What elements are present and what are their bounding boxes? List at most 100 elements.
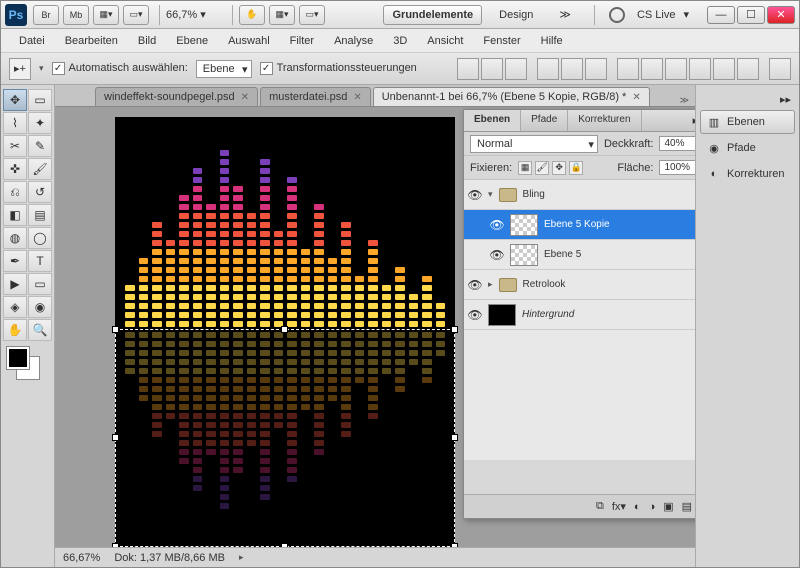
arrange-button[interactable]: ▦▾ <box>269 5 295 25</box>
layer-row[interactable]: 👁 Ebene 5 <box>464 240 695 270</box>
status-doc[interactable]: Dok: 1,37 MB/8,66 MB <box>114 552 225 564</box>
menu-ebene[interactable]: Ebene <box>166 32 218 50</box>
menu-auswahl[interactable]: Auswahl <box>218 32 280 50</box>
menu-fenster[interactable]: Fenster <box>473 32 530 50</box>
type-tool[interactable]: T <box>28 250 52 272</box>
layer-row-selected[interactable]: 👁 Ebene 5 Kopie <box>464 210 695 240</box>
clone-tool[interactable]: ⎌ <box>3 181 27 203</box>
brush-tool[interactable]: 🖌 <box>28 158 52 180</box>
layer-name[interactable]: Bling <box>523 189 545 200</box>
layer-name[interactable]: Ebene 5 <box>544 249 581 260</box>
minibridge-button[interactable]: Mb <box>63 5 89 25</box>
status-menu-icon[interactable]: ▸ <box>239 552 244 563</box>
align-btn[interactable] <box>481 58 503 80</box>
transform-controls-checkbox[interactable]: ✓Transformationssteuerungen <box>260 62 417 75</box>
collapse-dock-icon[interactable]: ▸▸ <box>700 91 795 108</box>
doc-tab-active[interactable]: Unbenannt-1 bei 66,7% (Ebene 5 Kopie, RG… <box>373 87 650 106</box>
foreground-color[interactable] <box>7 347 29 369</box>
tab-pfade[interactable]: Pfade <box>521 110 568 131</box>
3d-tool[interactable]: ◈ <box>3 296 27 318</box>
canvas-viewport[interactable]: Ebenen Pfade Korrekturen ▸▸ ✕ Normal Dec… <box>55 107 695 547</box>
path-select-tool[interactable]: ▶ <box>3 273 27 295</box>
layer-name[interactable]: Retrolook <box>523 279 566 290</box>
view-extras-button[interactable]: ▦▾ <box>93 5 119 25</box>
close-button[interactable]: ✕ <box>767 6 795 24</box>
cslive-label[interactable]: CS Live <box>637 9 676 21</box>
visibility-icon[interactable]: 👁 <box>490 248 504 262</box>
dock-btn-pfade[interactable]: ◉Pfade <box>700 136 795 160</box>
shape-tool[interactable]: ▭ <box>28 273 52 295</box>
menu-filter[interactable]: Filter <box>280 32 324 50</box>
workspace-design[interactable]: Design <box>490 5 542 25</box>
fill-input[interactable] <box>659 160 695 175</box>
layer-thumbnail[interactable] <box>488 304 516 326</box>
eyedropper-tool[interactable]: ✎ <box>28 135 52 157</box>
layer-group-row[interactable]: 👁 ▾ Bling <box>464 180 695 210</box>
crop-tool[interactable]: ✂ <box>3 135 27 157</box>
tab-ebenen[interactable]: Ebenen <box>464 110 521 131</box>
move-tool-icon[interactable]: ▸+ <box>9 58 31 80</box>
lock-position-icon[interactable]: ✥ <box>552 161 566 175</box>
distribute-btn[interactable] <box>617 58 639 80</box>
dock-btn-korrekturen[interactable]: ◐Korrekturen <box>700 162 795 186</box>
3d-camera-tool[interactable]: ◉ <box>28 296 52 318</box>
workspace-grundelemente[interactable]: Grundelemente <box>383 5 482 25</box>
panel-collapse-icon[interactable]: ▸▸ ✕ <box>687 110 695 131</box>
distribute-btn[interactable] <box>689 58 711 80</box>
layer-name[interactable]: Hintergrund <box>522 309 574 320</box>
tool-preset-dropdown[interactable]: ▾ <box>39 63 44 74</box>
align-btn[interactable] <box>537 58 559 80</box>
zoom-display[interactable]: 66,7% ▾ <box>166 8 226 21</box>
lock-pixels-icon[interactable]: 🖌 <box>535 161 549 175</box>
maximize-button[interactable]: ☐ <box>737 6 765 24</box>
menu-bild[interactable]: Bild <box>128 32 166 50</box>
tab-overflow-icon[interactable]: ≫ <box>674 95 695 106</box>
auto-select-type[interactable]: Ebene <box>196 60 252 78</box>
lock-all-icon[interactable]: 🔒 <box>569 161 583 175</box>
doc-tab[interactable]: windeffekt-soundpegel.psd✕ <box>95 87 258 106</box>
eraser-tool[interactable]: ◧ <box>3 204 27 226</box>
opacity-input[interactable] <box>659 136 695 151</box>
distribute-btn[interactable] <box>737 58 759 80</box>
history-brush-tool[interactable]: ↺ <box>28 181 52 203</box>
auto-select-checkbox[interactable]: ✓Automatisch auswählen: <box>52 62 188 75</box>
visibility-icon[interactable]: 👁 <box>468 278 482 292</box>
distribute-btn[interactable] <box>665 58 687 80</box>
hand-zoom-button[interactable]: ✋ <box>239 5 265 25</box>
pen-tool[interactable]: ✒ <box>3 250 27 272</box>
close-tab-icon[interactable]: ✕ <box>632 92 640 103</box>
new-layer-icon[interactable]: ▤ <box>682 500 692 513</box>
blend-mode-select[interactable]: Normal <box>470 135 598 153</box>
screenmode2-button[interactable]: ▭▾ <box>299 5 325 25</box>
distribute-btn[interactable] <box>713 58 735 80</box>
align-btn[interactable] <box>585 58 607 80</box>
zoom-tool[interactable]: 🔍 <box>28 319 52 341</box>
menu-analyse[interactable]: Analyse <box>324 32 383 50</box>
tab-korrekturen[interactable]: Korrekturen <box>568 110 641 131</box>
adjustment-icon[interactable]: ◑ <box>649 501 656 513</box>
fx-icon[interactable]: fx▾ <box>612 500 626 513</box>
menu-hilfe[interactable]: Hilfe <box>531 32 573 50</box>
dodge-tool[interactable]: ◯ <box>28 227 52 249</box>
canvas[interactable] <box>115 117 455 547</box>
status-zoom[interactable]: 66,67% <box>63 552 100 564</box>
layer-group-row[interactable]: 👁 ▸ Retrolook <box>464 270 695 300</box>
visibility-icon[interactable]: 👁 <box>468 308 482 322</box>
lock-transparency-icon[interactable]: ▦ <box>518 161 532 175</box>
blur-tool[interactable]: ◍ <box>3 227 27 249</box>
minimize-button[interactable]: — <box>707 6 735 24</box>
disclosure-icon[interactable]: ▾ <box>488 189 493 200</box>
disclosure-icon[interactable]: ▸ <box>488 279 493 290</box>
new-group-icon[interactable]: ▣ <box>663 500 673 513</box>
layer-name[interactable]: Ebene 5 Kopie <box>544 219 610 230</box>
lasso-tool[interactable]: ⌇ <box>3 112 27 134</box>
close-tab-icon[interactable]: ✕ <box>241 92 249 103</box>
menu-3d[interactable]: 3D <box>383 32 417 50</box>
distribute-btn[interactable] <box>641 58 663 80</box>
visibility-icon[interactable]: 👁 <box>468 188 482 202</box>
doc-tab[interactable]: musterdatei.psd✕ <box>260 87 371 106</box>
layers-panel[interactable]: Ebenen Pfade Korrekturen ▸▸ ✕ Normal Dec… <box>463 109 695 519</box>
layer-thumbnail[interactable] <box>510 244 538 266</box>
align-btn[interactable] <box>457 58 479 80</box>
auto-align-btn[interactable] <box>769 58 791 80</box>
